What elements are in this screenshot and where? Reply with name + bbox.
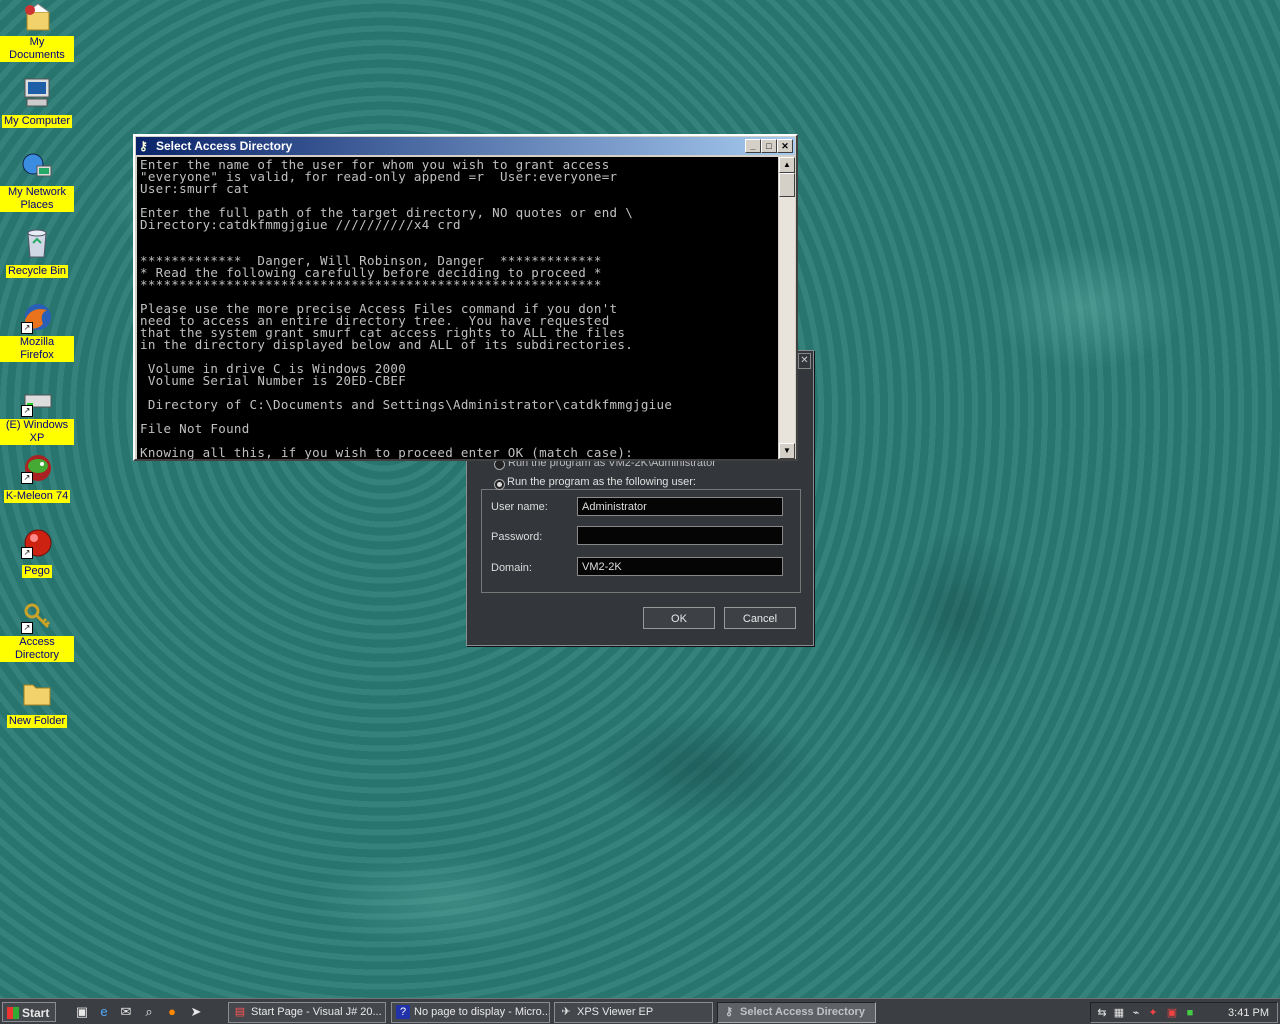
desktop-icon-label: New Folder <box>6 715 68 728</box>
shortcut-arrow-icon: ↗ <box>21 547 33 559</box>
desktop-icon-my-computer[interactable]: My Computer <box>0 77 74 129</box>
desktop-icon-k-meleon[interactable]: ↗ K-Meleon 74 <box>0 452 74 504</box>
cancel-button[interactable]: Cancel <box>724 607 796 629</box>
console-output[interactable]: Enter the name of the user for whom you … <box>137 157 778 459</box>
desktop-icon-label: My Documents <box>0 36 74 62</box>
desktop-icon-label: K-Meleon 74 <box>3 490 71 503</box>
domain-label: Domain: <box>491 562 532 574</box>
computer-icon <box>21 77 53 109</box>
taskbar: Start ▣ e ✉ ⌕ ● ➤ ▤ Start Page - Visual … <box>0 998 1280 1024</box>
shortcut-arrow-icon: ↗ <box>21 472 33 484</box>
network-icon <box>21 152 53 184</box>
xps-icon: ✈ <box>561 1006 571 1018</box>
tray-network-icon[interactable]: ⇆ <box>1095 1006 1109 1020</box>
drive-icon: ↗ <box>21 385 53 417</box>
task-select-access-directory[interactable]: ⚷ Select Access Directory <box>717 1002 876 1023</box>
pego-icon: ↗ <box>21 527 53 559</box>
windows-flag-icon <box>7 1007 19 1019</box>
task-label: Select Access Directory <box>740 1006 865 1018</box>
username-label: User name: <box>491 501 548 513</box>
task-visual-j[interactable]: ▤ Start Page - Visual J# 20... <box>228 1002 386 1023</box>
scroll-thumb[interactable] <box>779 173 795 197</box>
desktop-icon-pego[interactable]: ↗ Pego <box>0 527 74 579</box>
password-label: Password: <box>491 531 543 543</box>
app-icon: ⚷ <box>724 1006 734 1018</box>
tray-doc-icon[interactable]: ▦ <box>1112 1006 1126 1020</box>
task-label: XPS Viewer EP <box>577 1006 654 1018</box>
scroll-up-icon[interactable]: ▲ <box>779 157 795 173</box>
show-desktop-icon[interactable]: ▣ <box>74 1004 90 1020</box>
task-xps-viewer[interactable]: ✈ XPS Viewer EP <box>554 1002 713 1023</box>
console-window: ⚷ Select Access Directory _ □ ✕ Enter th… <box>133 134 798 461</box>
desktop-icon-firefox[interactable]: ↗ Mozilla Firefox <box>0 302 74 363</box>
password-field[interactable] <box>577 526 783 545</box>
task-label: No page to display - Micro... <box>414 1006 550 1018</box>
app-icon: ⚷ <box>139 139 148 153</box>
tray-app-icon[interactable]: ▣ <box>1165 1006 1179 1020</box>
desktop-icon-network-places[interactable]: My Network Places <box>0 152 74 213</box>
vs-icon: ▤ <box>234 1006 246 1018</box>
folder-icon <box>21 677 53 709</box>
tray-shield-icon[interactable]: ✦ <box>1146 1006 1160 1020</box>
folder-documents-icon <box>21 2 53 34</box>
minimize-button[interactable]: _ <box>745 139 761 153</box>
k-meleon-icon: ↗ <box>21 452 53 484</box>
username-field[interactable]: Administrator <box>577 497 783 516</box>
ok-button[interactable]: OK <box>643 607 715 629</box>
firefox-icon[interactable]: ● <box>164 1004 180 1020</box>
shortcut-arrow-icon: ↗ <box>21 322 33 334</box>
recycle-bin-icon <box>21 227 53 259</box>
desktop-icon-my-documents[interactable]: My Documents <box>0 2 74 63</box>
desktop-icon-label: Mozilla Firefox <box>0 336 74 362</box>
desktop-icon-label: My Network Places <box>0 186 74 212</box>
shortcut-arrow-icon: ↗ <box>21 405 33 417</box>
desktop-icon-label: Recycle Bin <box>5 265 69 278</box>
vertical-scrollbar[interactable]: ▲ ▼ <box>779 157 795 459</box>
start-button[interactable]: Start <box>2 1002 56 1022</box>
outlook-icon[interactable]: ✉ <box>118 1004 134 1020</box>
shortcut-arrow-icon: ↗ <box>21 622 33 634</box>
tray-status-icon[interactable]: ■ <box>1183 1006 1197 1020</box>
launch-icon[interactable]: ➤ <box>188 1004 204 1020</box>
firefox-icon: ↗ <box>21 302 53 334</box>
help-icon: ? <box>396 1005 410 1019</box>
keys-icon: ↗ <box>21 602 53 634</box>
tray-cable-icon[interactable]: ⌁ <box>1129 1006 1143 1020</box>
option-following-user-label: Run the program as the following user: <box>507 476 698 488</box>
radio-following-user[interactable] <box>494 479 505 490</box>
desktop-icon-recycle-bin[interactable]: Recycle Bin <box>0 227 74 279</box>
explorer-icon[interactable]: ⌕ <box>141 1004 157 1020</box>
task-label: Start Page - Visual J# 20... <box>251 1006 382 1018</box>
clock: 3:41 PM <box>1228 1007 1269 1019</box>
start-label: Start <box>22 1006 50 1020</box>
system-tray: ⇆ ▦ ⌁ ✦ ▣ ■ 3:41 PM <box>1090 1002 1278 1023</box>
maximize-button[interactable]: □ <box>761 139 777 153</box>
desktop-icon-new-folder[interactable]: New Folder <box>0 677 74 729</box>
desktop-icon-label: My Computer <box>1 115 73 128</box>
ie-icon[interactable]: e <box>96 1004 112 1020</box>
title-bar[interactable]: ⚷ Select Access Directory _ □ ✕ <box>136 137 795 155</box>
scroll-down-icon[interactable]: ▼ <box>779 443 795 459</box>
desktop-icon-access-directory[interactable]: ↗ Access Directory <box>0 602 74 663</box>
desktop-icon-label: Access Directory <box>0 636 74 662</box>
desktop-icon-label: Pego <box>22 565 52 578</box>
close-button[interactable]: ✕ <box>777 139 793 153</box>
desktop-icon-label: (E) Windows XP <box>0 419 74 445</box>
window-title: Select Access Directory <box>156 139 293 153</box>
close-icon[interactable]: ✕ <box>798 353 811 369</box>
domain-field[interactable]: VM2-2K <box>577 557 783 576</box>
desktop-icon-windows-xp[interactable]: ↗ (E) Windows XP <box>0 385 74 446</box>
task-no-page[interactable]: ? No page to display - Micro... <box>391 1002 550 1023</box>
